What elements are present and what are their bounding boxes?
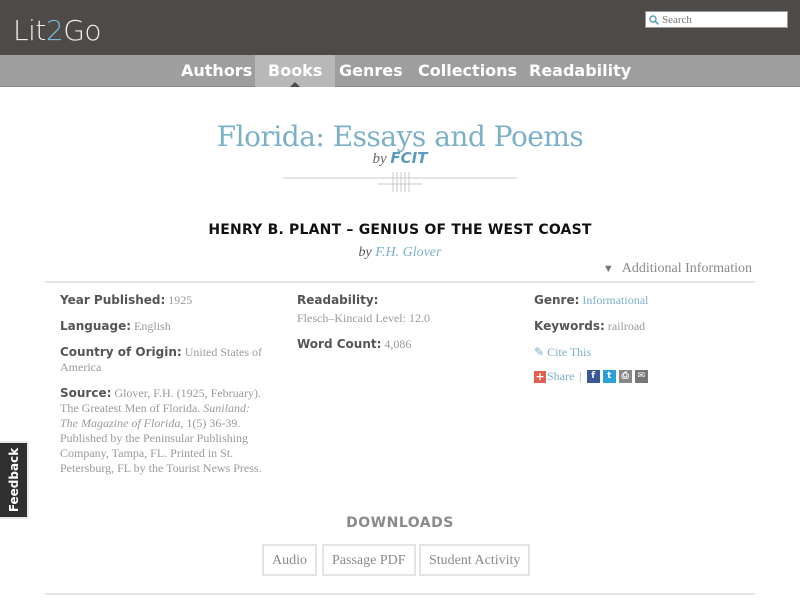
cite-this-label: Cite This: [547, 345, 592, 359]
share-bar: + Share | f t ⎙ ✉: [534, 369, 744, 384]
source: Source: Glover, F.H. (1925, February). T…: [60, 386, 270, 476]
year-value: 1925: [168, 293, 193, 307]
main-nav: Authors Books Genres Collections Readabi…: [0, 55, 800, 87]
genre-label: Genre:: [534, 293, 580, 307]
download-student-activity-button[interactable]: Student Activity: [419, 544, 531, 576]
share-separator: |: [579, 369, 582, 383]
search-box[interactable]: [645, 11, 788, 28]
book-byline: by FCIT: [0, 149, 800, 168]
additional-info-toggle[interactable]: ▼ Additional Information: [603, 261, 752, 277]
print-icon[interactable]: ⎙: [618, 370, 632, 383]
search-icon: [649, 14, 659, 25]
nav-genres[interactable]: Genres: [326, 55, 416, 87]
readability: Readability: Flesch–Kincaid Level: 12.0: [297, 293, 497, 326]
book-by-word: by: [372, 151, 387, 167]
nav-readability[interactable]: Readability: [516, 55, 644, 87]
share-link[interactable]: Share: [547, 369, 574, 384]
email-icon[interactable]: ✉: [634, 370, 648, 383]
divider-bottom: [45, 593, 755, 595]
year-label: Year Published:: [60, 293, 166, 307]
passage-by-word: by: [358, 245, 372, 260]
cite-this-link[interactable]: ✎ Cite This: [534, 345, 744, 360]
book-author-link[interactable]: FCIT: [390, 149, 427, 167]
readability-value: Flesch–Kincaid Level: 12.0: [297, 311, 430, 325]
feedback-tab[interactable]: Feedback: [0, 441, 29, 519]
word-count-value: 4,086: [384, 337, 412, 351]
language-value: English: [134, 319, 171, 333]
download-audio-button[interactable]: Audio: [262, 544, 317, 576]
passage-author-link[interactable]: F.H. Glover: [375, 245, 441, 260]
keywords: Keywords: railroad: [534, 319, 744, 334]
word-count-label: Word Count:: [297, 337, 382, 351]
logo-text-lit: Lit: [13, 14, 46, 47]
nav-collections[interactable]: Collections: [405, 55, 530, 87]
downloads-row: Audio Passage PDF Student Activity: [0, 544, 800, 576]
nav-books[interactable]: Books: [255, 55, 336, 87]
top-bar: Lit2Go: [0, 0, 800, 55]
keywords-value[interactable]: railroad: [608, 319, 645, 333]
details-column-3: Genre: Informational Keywords: railroad …: [534, 293, 744, 384]
nav-authors[interactable]: Authors: [168, 55, 265, 87]
facebook-icon[interactable]: f: [586, 370, 600, 383]
genre: Genre: Informational: [534, 293, 744, 308]
passage-title: HENRY B. PLANT – GENIUS OF THE WEST COAS…: [208, 222, 592, 238]
downloads-heading: DOWNLOADS: [346, 515, 454, 531]
country-of-origin: Country of Origin: United States of Amer…: [60, 345, 270, 375]
divider-top: [45, 281, 755, 283]
site-logo[interactable]: Lit2Go: [13, 14, 102, 47]
year-published: Year Published: 1925: [60, 293, 270, 308]
triangle-down-icon: ▼: [602, 263, 614, 275]
keywords-label: Keywords:: [534, 319, 605, 333]
twitter-icon[interactable]: t: [602, 370, 616, 383]
search-input[interactable]: [662, 13, 782, 26]
feedback-label: Feedback: [6, 447, 21, 513]
pencil-icon: ✎: [534, 345, 545, 359]
details-column-1: Year Published: 1925 Language: English C…: [60, 293, 270, 487]
logo-text-go: Go: [63, 14, 102, 47]
logo-text-2: 2: [45, 14, 64, 47]
language-label: Language:: [60, 319, 132, 333]
source-label: Source:: [60, 386, 112, 400]
details-column-2: Readability: Flesch–Kincaid Level: 12.0 …: [297, 293, 497, 363]
country-label: Country of Origin:: [60, 345, 182, 359]
readability-label: Readability:: [297, 293, 379, 307]
word-count: Word Count: 4,086: [297, 337, 497, 352]
genre-link[interactable]: Informational: [582, 293, 648, 307]
divider-ornament: [283, 172, 517, 192]
language: Language: English: [60, 319, 270, 334]
download-passage-pdf-button[interactable]: Passage PDF: [322, 544, 416, 576]
plus-icon[interactable]: +: [534, 370, 546, 383]
passage-byline: by F.H. Glover: [0, 245, 800, 261]
additional-info-label: Additional Information: [621, 261, 752, 276]
